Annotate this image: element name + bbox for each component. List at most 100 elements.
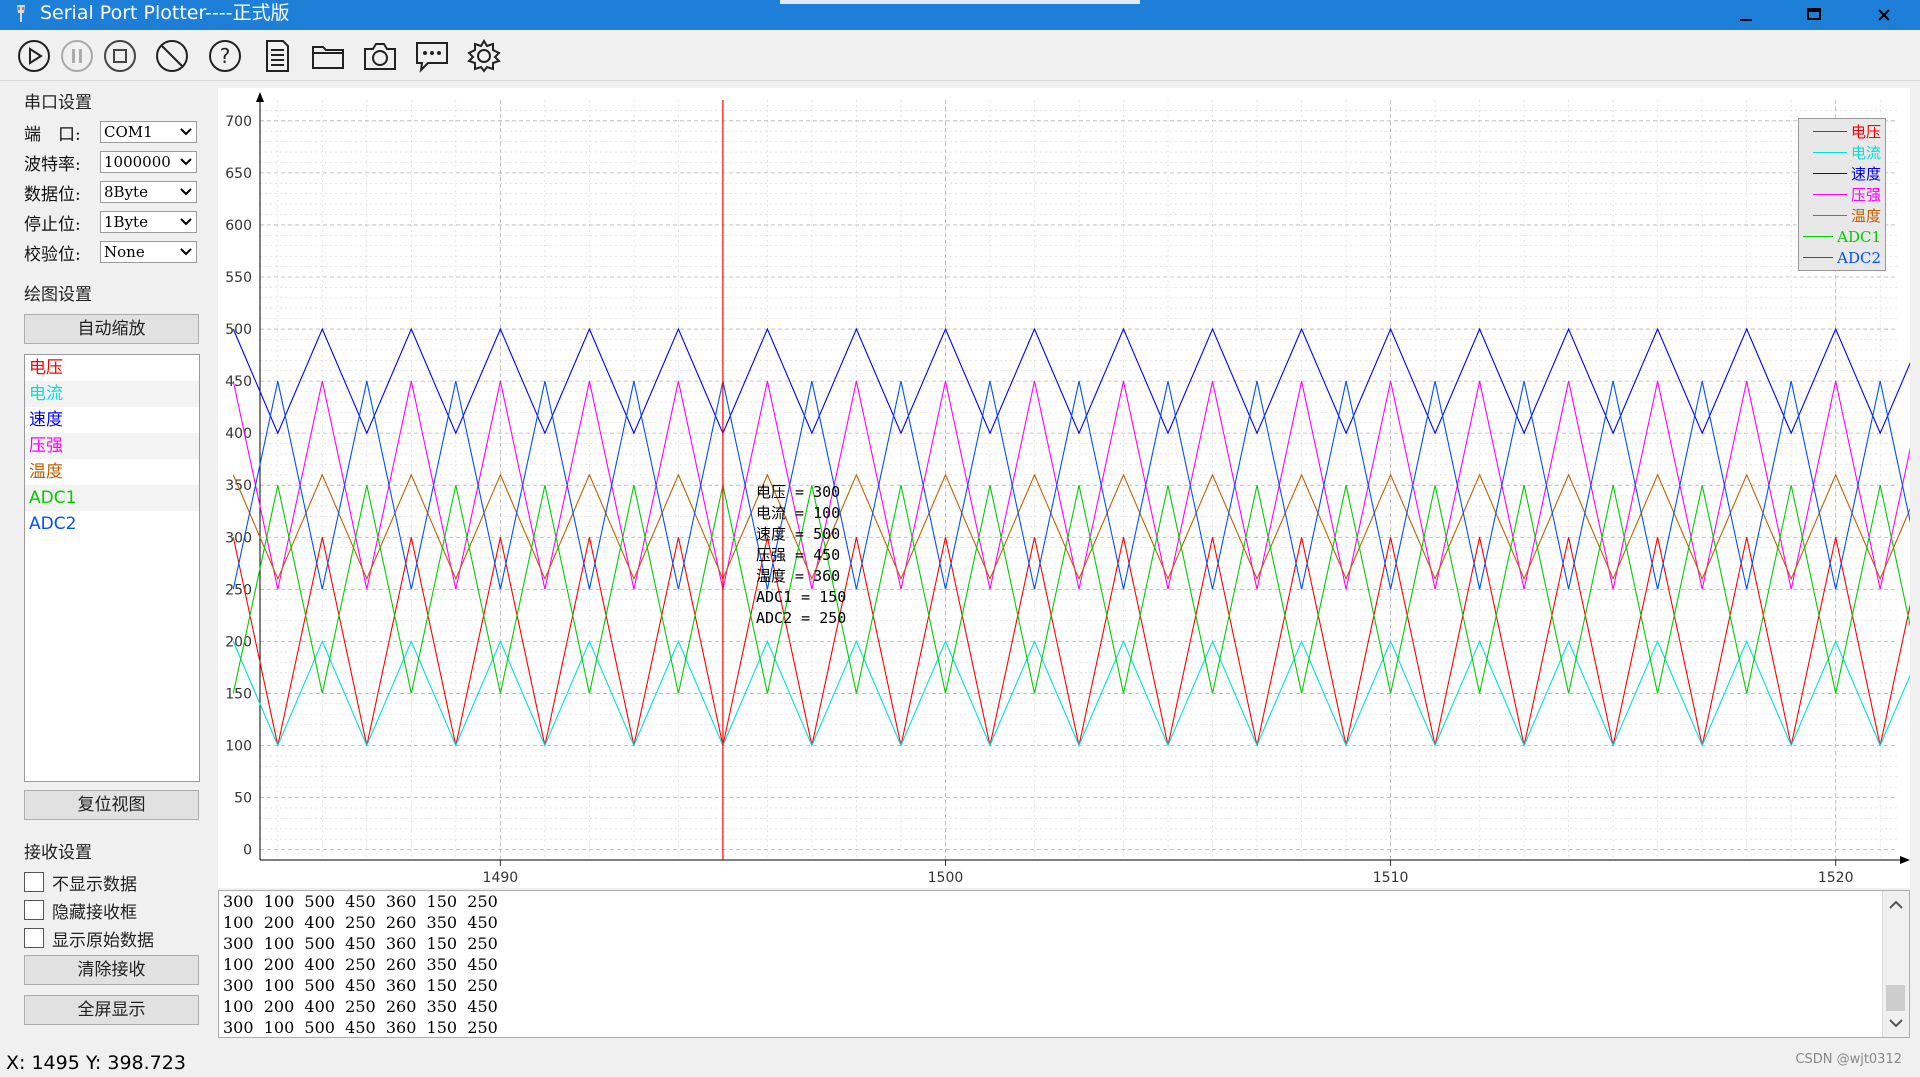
close-icon	[1878, 9, 1890, 21]
port-label: 端 口:	[24, 125, 81, 145]
x-tick-label: 1510	[1373, 870, 1409, 886]
chevron-down-icon	[180, 248, 192, 256]
channel-item[interactable]: 温度	[25, 459, 199, 485]
legend-swatch	[1812, 215, 1847, 216]
legend-label: 速度	[1850, 165, 1881, 183]
legend-item: ADC1	[1803, 226, 1881, 247]
parity-select[interactable]: None	[100, 241, 197, 263]
channel-item[interactable]: ADC2	[25, 511, 199, 537]
line-chart[interactable]: 0501001502002503003504004505005506006507…	[218, 88, 1910, 888]
parity-value: None	[104, 243, 145, 261]
pause-button[interactable]	[57, 36, 97, 76]
hide-box-checkbox[interactable]	[24, 900, 44, 920]
tracer-line: ADC1 = 150	[756, 588, 847, 606]
fullscreen-button[interactable]: 全屏显示	[24, 995, 199, 1025]
gear-icon	[467, 39, 501, 73]
receive-line: 300 100 500 450 360 150 250	[223, 976, 498, 995]
clear-button[interactable]	[152, 36, 192, 76]
help-button[interactable]: ?	[205, 36, 245, 76]
channel-list[interactable]: 电压 电流 速度 压强 温度 ADC1 ADC2	[24, 354, 200, 782]
chevron-down-icon	[180, 188, 192, 196]
scroll-down-icon[interactable]	[1883, 1011, 1909, 1035]
channel-item[interactable]: ADC1	[25, 485, 199, 511]
stopbits-label: 停止位:	[24, 215, 81, 235]
databits-select[interactable]: 8Byte	[100, 181, 197, 203]
window-title: Serial Port Plotter----正式版	[40, 2, 290, 24]
document-icon	[266, 40, 289, 72]
hide-box-label: 隐藏接收框	[52, 903, 137, 923]
help-icon: ?	[209, 40, 241, 72]
parity-label: 校验位:	[24, 245, 81, 265]
no-symbol-icon	[156, 40, 188, 72]
plot-area[interactable]: 0 50 100 150 200 250 300 350 400 450 500 550 600 650 7…	[218, 88, 1910, 888]
close-button[interactable]	[1848, 0, 1920, 30]
tracer-line: 电流 = 100	[756, 504, 841, 522]
chart-legend: 电压 电流 速度 压强 温度 ADC1 ADC2	[1798, 118, 1886, 271]
scroll-thumb[interactable]	[1886, 985, 1905, 1011]
legend-item: 压强	[1803, 184, 1881, 205]
stopbits-value: 1Byte	[104, 213, 148, 231]
chevron-down-icon	[180, 158, 192, 166]
clear-receive-button[interactable]: 清除接收	[24, 955, 199, 985]
receive-line: 300 100 500 450 360 150 250	[223, 934, 498, 953]
y-tick-label: 150	[225, 686, 252, 702]
toolbar: ?	[0, 30, 1920, 81]
vertical-scrollbar[interactable]	[1882, 891, 1909, 1037]
legend-item: ADC2	[1803, 247, 1881, 268]
y-tick-label: 500	[225, 322, 252, 338]
channel-item[interactable]: 电流	[25, 381, 199, 407]
baud-select[interactable]: 1000000	[100, 151, 197, 173]
legend-label: 压强	[1850, 186, 1881, 204]
channel-item[interactable]: 电压	[25, 355, 199, 381]
chat-icon	[416, 42, 448, 73]
serial-settings-title: 串口设置	[24, 93, 92, 113]
svg-text:?: ?	[220, 44, 231, 68]
stop-icon	[104, 40, 136, 72]
stopbits-select[interactable]: 1Byte	[100, 211, 197, 233]
open-folder-button[interactable]	[308, 36, 348, 76]
raw-data-checkbox[interactable]	[24, 928, 44, 948]
auto-scale-button[interactable]: 自动缩放	[24, 314, 199, 344]
raw-data-label: 显示原始数据	[52, 931, 154, 951]
baud-value: 1000000	[104, 153, 171, 171]
chevron-down-icon	[180, 218, 192, 226]
y-tick-label: 50	[234, 791, 252, 807]
tracer-readout: 电压 = 300 电流 = 100 速度 = 500 压强 = 450 温度 = 360…	[756, 482, 846, 629]
title-tab-strip	[780, 0, 1140, 4]
tracer-line: 温度 = 360	[756, 567, 841, 585]
x-tick-label: 1500	[928, 870, 964, 886]
legend-label: 电流	[1850, 144, 1881, 162]
receive-line: 100 200 400 250 260 350 450	[223, 955, 498, 974]
tracer-line: 压强 = 450	[756, 546, 841, 564]
port-select[interactable]: COM1	[100, 121, 197, 143]
start-button[interactable]	[14, 36, 54, 76]
message-button[interactable]	[412, 36, 452, 76]
legend-swatch	[1812, 131, 1847, 132]
y-tick-label: 400	[225, 426, 252, 442]
play-icon	[18, 40, 50, 72]
baud-label: 波特率:	[24, 155, 81, 175]
y-tick-label: 300	[225, 530, 252, 546]
maximize-button[interactable]	[1778, 0, 1850, 30]
chevron-down-icon	[180, 128, 192, 136]
channel-item[interactable]: 速度	[25, 407, 199, 433]
stop-button[interactable]	[100, 36, 140, 76]
log-button[interactable]	[257, 36, 297, 76]
y-tick-label: 100	[225, 738, 252, 754]
minimize-icon	[1740, 19, 1752, 21]
receive-line: 300 100 500 450 360 150 250	[223, 1018, 498, 1037]
channel-item[interactable]: 压强	[25, 433, 199, 459]
plot-settings-title: 绘图设置	[24, 285, 92, 305]
folder-icon	[312, 46, 344, 69]
hide-data-checkbox[interactable]	[24, 872, 44, 892]
screenshot-button[interactable]	[360, 36, 400, 76]
minimize-button[interactable]	[1710, 0, 1782, 30]
y-tick-label: 650	[225, 166, 252, 182]
legend-label: ADC1	[1837, 227, 1881, 246]
legend-swatch	[1812, 173, 1847, 174]
app-icon	[17, 5, 25, 22]
settings-button[interactable]	[464, 36, 504, 76]
scroll-up-icon[interactable]	[1883, 893, 1909, 917]
receive-textbox[interactable]: 300 100 500 450 360 150 250 100 200 400 2…	[218, 890, 1910, 1038]
reset-view-button[interactable]: 复位视图	[24, 790, 199, 820]
